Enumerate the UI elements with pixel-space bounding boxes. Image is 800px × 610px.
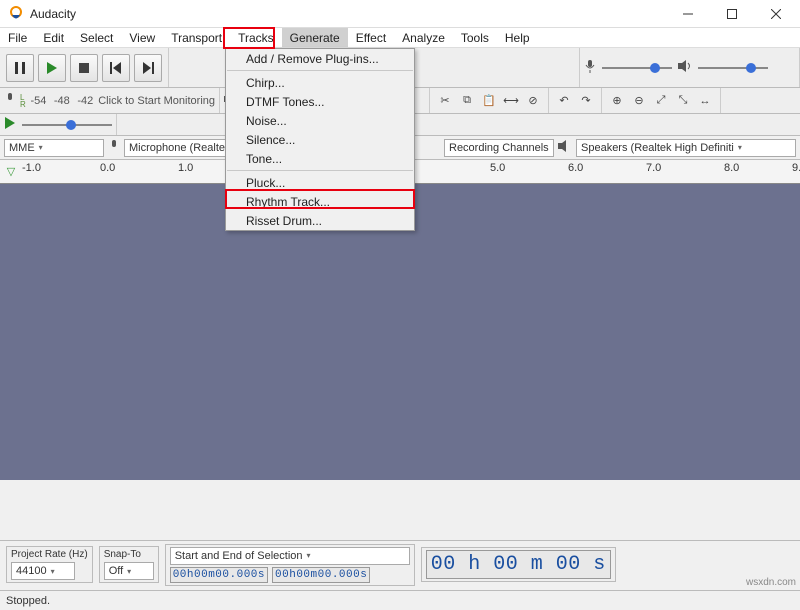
chevron-down-icon: ▾ (51, 567, 55, 576)
selection-panel: Project Rate (Hz) 44100▾ Snap-To Off▾ St… (0, 540, 800, 588)
chevron-down-icon: ▾ (738, 143, 742, 152)
cut-button[interactable]: ✂ (434, 90, 456, 112)
menu-analyze[interactable]: Analyze (394, 28, 453, 47)
menu-select[interactable]: Select (72, 28, 121, 47)
speaker-icon (558, 140, 572, 155)
project-rate-box: Project Rate (Hz) 44100▾ (6, 546, 93, 583)
window-title: Audacity (30, 7, 666, 21)
menu-item-dtmf[interactable]: DTMF Tones... (226, 92, 414, 111)
menu-item-noise[interactable]: Noise... (226, 111, 414, 130)
stop-button[interactable] (70, 54, 98, 82)
skip-end-button[interactable] (134, 54, 162, 82)
menu-item-pluck[interactable]: Pluck... (226, 173, 414, 192)
redo-button[interactable]: ↷ (575, 90, 597, 112)
position-box: 00 h 00 m 00 s (421, 547, 616, 582)
zoom-toggle-button[interactable]: ↔ (694, 90, 716, 112)
menu-item-plugins[interactable]: Add / Remove Plug-ins... (226, 49, 414, 68)
volume-group (580, 48, 800, 87)
selection-end[interactable]: 00h00m00.000s (272, 567, 370, 583)
menu-item-tone[interactable]: Tone... (226, 149, 414, 168)
menu-view[interactable]: View (121, 28, 163, 47)
status-text: Stopped. (6, 595, 50, 607)
play-speed-icon[interactable] (4, 117, 16, 132)
menu-separator (227, 70, 413, 71)
menu-help[interactable]: Help (497, 28, 538, 47)
transport-group (0, 48, 169, 87)
edit-buttons: ✂ ⧉ 📋 ⟷ ⊘ (430, 88, 549, 113)
menu-transport[interactable]: Transport (163, 28, 230, 47)
pin-icon[interactable]: ▽ (0, 160, 22, 183)
zoom-out-button[interactable]: ⊖ (628, 90, 650, 112)
rec-meter[interactable]: LR -54 -48 -42 Click to Start Monitoring (0, 88, 220, 113)
play-button[interactable] (38, 54, 66, 82)
channels-select[interactable]: Recording Channels (444, 139, 554, 157)
menu-item-rhythm[interactable]: Rhythm Track... (226, 192, 414, 211)
menu-item-silence[interactable]: Silence... (226, 130, 414, 149)
snap-select[interactable]: Off▾ (104, 562, 154, 580)
skip-start-button[interactable] (102, 54, 130, 82)
selection-mode-select[interactable]: Start and End of Selection▾ (170, 547, 410, 565)
snap-box: Snap-To Off▾ (99, 546, 159, 583)
silence-button[interactable]: ⊘ (522, 90, 544, 112)
zoom-fit-button[interactable]: ⤡ (672, 90, 694, 112)
statusbar: Stopped. (0, 590, 800, 610)
rec-volume-slider[interactable] (602, 61, 672, 75)
close-button[interactable] (754, 0, 798, 28)
mic-icon (108, 139, 120, 156)
play-speed-group (0, 114, 117, 135)
maximize-button[interactable] (710, 0, 754, 28)
titlebar: Audacity (0, 0, 800, 28)
host-select[interactable]: MME▾ (4, 139, 104, 157)
menubar: File Edit Select View Transport Tracks G… (0, 28, 800, 48)
position-display[interactable]: 00 h 00 m 00 s (426, 550, 611, 579)
paste-button[interactable]: 📋 (478, 90, 500, 112)
menu-item-risset[interactable]: Risset Drum... (226, 211, 414, 230)
menu-file[interactable]: File (0, 28, 35, 47)
chevron-down-icon: ▾ (127, 567, 131, 576)
menu-tools[interactable]: Tools (453, 28, 497, 47)
undo-buttons: ↶ ↷ (549, 88, 602, 113)
generate-dropdown: Add / Remove Plug-ins... Chirp... DTMF T… (225, 48, 415, 231)
selection-start[interactable]: 00h00m00.000s (170, 567, 268, 583)
speaker-icon (678, 60, 692, 75)
copy-button[interactable]: ⧉ (456, 90, 478, 112)
app-icon (8, 6, 24, 22)
output-select[interactable]: Speakers (Realtek High Definiti▾ (576, 139, 796, 157)
watermark: wsxdn.com (746, 577, 796, 588)
undo-button[interactable]: ↶ (553, 90, 575, 112)
menu-separator (227, 170, 413, 171)
speed-slider[interactable] (22, 118, 112, 132)
trim-button[interactable]: ⟷ (500, 90, 522, 112)
project-rate-select[interactable]: 44100▾ (11, 562, 75, 580)
selection-box: Start and End of Selection▾ 00h00m00.000… (165, 544, 415, 586)
chevron-down-icon: ▾ (307, 551, 311, 560)
pause-button[interactable] (6, 54, 34, 82)
menu-item-chirp[interactable]: Chirp... (226, 73, 414, 92)
menu-tracks[interactable]: Tracks (230, 28, 282, 47)
zoom-in-button[interactable]: ⊕ (606, 90, 628, 112)
chevron-down-icon: ▾ (39, 143, 43, 152)
minimize-button[interactable] (666, 0, 710, 28)
mic-icon (4, 92, 16, 109)
menu-edit[interactable]: Edit (35, 28, 72, 47)
play-volume-slider[interactable] (698, 61, 768, 75)
menu-effect[interactable]: Effect (348, 28, 394, 47)
zoom-buttons: ⊕ ⊖ ⤢ ⤡ ↔ (602, 88, 721, 113)
mic-icon (584, 59, 596, 76)
menu-generate[interactable]: Generate (282, 28, 348, 47)
zoom-sel-button[interactable]: ⤢ (650, 90, 672, 112)
